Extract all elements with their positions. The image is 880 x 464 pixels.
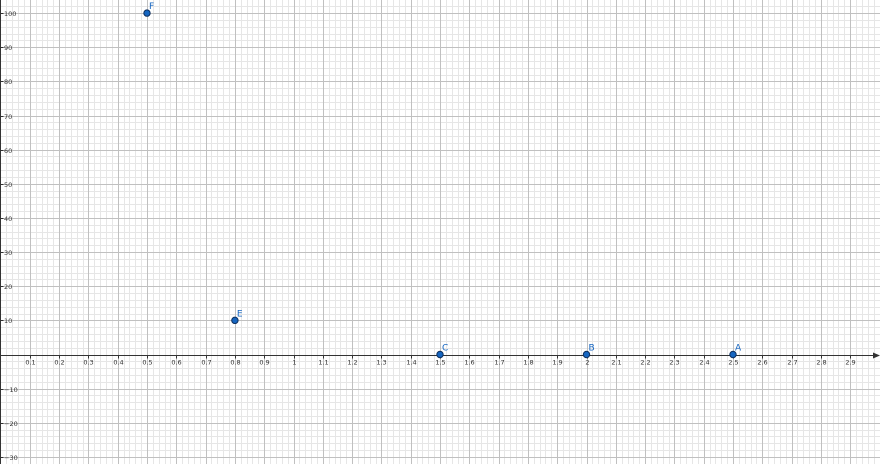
- x-tick-label: 1.3: [376, 359, 386, 367]
- point-label: A: [735, 344, 742, 354]
- x-tick-label: 1.8: [523, 359, 533, 367]
- points[interactable]: A B C E F: [143, 2, 742, 359]
- y-tick-label: −30: [4, 454, 18, 462]
- x-tick-label: 1.5: [435, 359, 445, 367]
- point-label: E: [237, 309, 243, 319]
- x-tick-label: 0.8: [230, 359, 240, 367]
- y-tick-label: 80: [4, 78, 12, 86]
- point-f[interactable]: F: [143, 2, 154, 17]
- x-tick-label: 2.8: [816, 359, 826, 367]
- point-label: F: [149, 2, 154, 12]
- x-tick-label: 2: [585, 359, 589, 367]
- y-tick-label: 90: [4, 44, 12, 52]
- y-tick-label: 30: [4, 249, 12, 257]
- y-tick-label: −20: [4, 420, 18, 428]
- x-tick-label: 2.4: [699, 359, 709, 367]
- y-tick-label: 50: [4, 181, 12, 189]
- x-axis-arrow-icon: [873, 352, 880, 359]
- x-tick-label: 1.1: [318, 359, 328, 367]
- graphics-view[interactable]: 0.1 0.2 0.3 0.4 0.5 0.6 0.7 0.8 0.9 1 1.1 1.2 1.3 1.4…: [0, 0, 880, 464]
- x-tick-label: 2.9: [845, 359, 855, 367]
- x-tick-label: 0.4: [113, 359, 123, 367]
- y-tick-label: −10: [4, 386, 18, 394]
- x-tick-label: 0.6: [171, 359, 181, 367]
- x-tick-label: 0.7: [201, 359, 211, 367]
- x-tick-label: 0.9: [259, 359, 269, 367]
- x-tick-label: 1.9: [552, 359, 562, 367]
- x-tick-label: 1: [292, 359, 296, 367]
- x-tick-label: 0.3: [83, 359, 93, 367]
- x-tick-label: 2.6: [757, 359, 767, 367]
- y-tick-labels: 100 90 80 70 60 50 40 30 20 10 −10 −20 −30: [0, 10, 18, 462]
- x-tick-label: 1.2: [347, 359, 357, 367]
- y-tick-label: 10: [4, 317, 12, 325]
- x-tick-label: 2.7: [787, 359, 797, 367]
- y-tick-label: 20: [4, 283, 12, 291]
- x-tick-label: 0.2: [54, 359, 64, 367]
- y-tick-label: 40: [4, 215, 12, 223]
- y-tick-label: 70: [4, 113, 12, 121]
- x-tick-label: 1.4: [406, 359, 416, 367]
- x-tick-label: 1.6: [464, 359, 474, 367]
- x-tick-label: 2.1: [611, 359, 621, 367]
- x-tick-label: 2.2: [640, 359, 650, 367]
- x-tick-label: 2.5: [728, 359, 738, 367]
- x-tick-label: 0.1: [25, 359, 35, 367]
- y-tick-label: 100: [4, 10, 16, 18]
- x-tick-label: 1.7: [494, 359, 504, 367]
- x-tick-label: 2.3: [669, 359, 679, 367]
- y-tick-label: 60: [4, 147, 12, 155]
- point-label: B: [589, 344, 595, 354]
- point-label: C: [442, 344, 448, 354]
- x-tick-label: 0.5: [142, 359, 152, 367]
